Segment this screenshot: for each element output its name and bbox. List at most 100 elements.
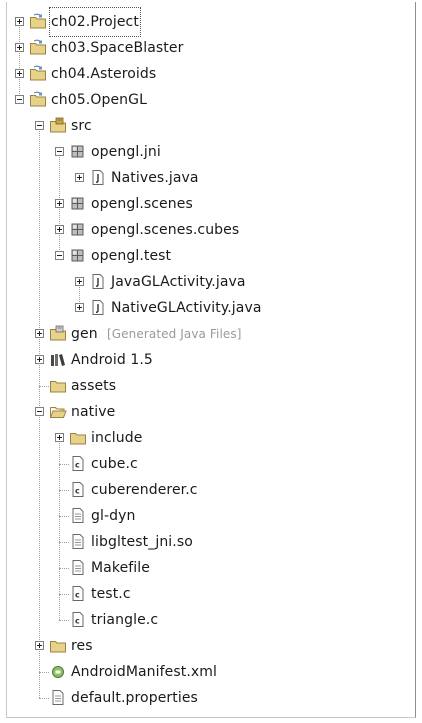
- folder-icon: [49, 637, 67, 654]
- tree-item-label: res: [71, 638, 93, 654]
- text-file-icon: [69, 559, 87, 576]
- expand-icon[interactable]: [15, 69, 24, 78]
- folder-icon: [49, 377, 67, 394]
- collapse-icon[interactable]: [15, 95, 24, 104]
- tree-item-label: Android 1.5: [71, 352, 153, 368]
- tree-item-label: opengl.jni: [91, 144, 161, 160]
- expand-icon[interactable]: [15, 17, 24, 26]
- text-file-icon: [69, 507, 87, 524]
- tree-item-label: Makefile: [91, 560, 151, 576]
- tree-item-native[interactable]: native: [7, 399, 415, 425]
- tree-item-src[interactable]: src: [7, 113, 415, 139]
- tree-item-label: ch02.Project: [49, 7, 141, 37]
- collapse-icon[interactable]: [35, 407, 44, 416]
- open-folder-icon: [49, 403, 67, 420]
- tree-item-ch02[interactable]: ch02.Project: [7, 7, 415, 37]
- expand-icon[interactable]: [75, 173, 84, 182]
- tree-item-manifest[interactable]: AndroidManifest.xml: [7, 659, 415, 685]
- tree-item-android-lib[interactable]: Android 1.5: [7, 347, 415, 373]
- tree-item-label: default.properties: [71, 690, 198, 706]
- tree-item-ch03[interactable]: ch03.SpaceBlaster: [7, 35, 415, 61]
- tree-item-label: include: [91, 430, 143, 446]
- svg-text:c: c: [75, 461, 80, 470]
- expand-icon[interactable]: [35, 329, 44, 338]
- package-icon: [69, 195, 87, 212]
- tree-item-opengl-test[interactable]: opengl.test: [7, 243, 415, 269]
- package-icon: [69, 247, 87, 264]
- tree-item-label: src: [71, 118, 92, 134]
- expand-icon[interactable]: [75, 303, 84, 312]
- tree-item-makefile[interactable]: Makefile: [7, 555, 415, 581]
- collapse-icon[interactable]: [55, 147, 64, 156]
- tree-item-gen[interactable]: gen [Generated Java Files]: [7, 321, 415, 347]
- tree-item-label: libgltest_jni.so: [91, 534, 193, 550]
- svg-text:c: c: [75, 617, 80, 626]
- generated-folder-icon: [49, 325, 67, 342]
- expand-icon[interactable]: [75, 277, 84, 286]
- text-file-icon: [69, 533, 87, 550]
- tree-item-ch04[interactable]: ch04.Asteroids: [7, 61, 415, 87]
- tree-item-label: JavaGLActivity.java: [111, 274, 246, 290]
- package-icon: [69, 143, 87, 160]
- project-folder-icon: [29, 39, 47, 56]
- tree-item-label: opengl.test: [91, 248, 172, 264]
- tree-item-natives-java[interactable]: Natives.java: [7, 165, 415, 191]
- tree-item-label: cube.c: [91, 456, 138, 472]
- tree-item-label: opengl.scenes.cubes: [91, 222, 240, 238]
- collapse-icon[interactable]: [35, 121, 44, 130]
- tree-item-res[interactable]: res: [7, 633, 415, 659]
- tree-item-label: test.c: [91, 586, 131, 602]
- tree-item-test-c[interactable]: c test.c: [7, 581, 415, 607]
- tree-item-label: gl-dyn: [91, 508, 136, 524]
- java-file-icon: [89, 169, 107, 186]
- source-folder-icon: [49, 117, 67, 134]
- tree-item-label: cuberenderer.c: [91, 482, 198, 498]
- tree-item-ch05[interactable]: ch05.OpenGL: [7, 87, 415, 113]
- expand-icon[interactable]: [55, 225, 64, 234]
- tree-item-label: assets: [71, 378, 117, 394]
- svg-text:c: c: [75, 591, 80, 600]
- project-folder-icon: [29, 13, 47, 30]
- tree-item-label: native: [71, 404, 116, 420]
- java-file-icon: [89, 273, 107, 290]
- tree-item-default-props[interactable]: default.properties: [7, 685, 415, 711]
- c-file-icon: c: [69, 611, 87, 628]
- expand-icon[interactable]: [35, 355, 44, 364]
- tree-item-label: Natives.java: [111, 170, 199, 186]
- tree-item-label: ch04.Asteroids: [51, 66, 157, 82]
- android-manifest-icon: [49, 663, 67, 680]
- project-tree: ch02.Project ch03.SpaceBlaster ch04.Aste…: [7, 2, 415, 717]
- svg-text:c: c: [75, 487, 80, 496]
- expand-icon[interactable]: [55, 199, 64, 208]
- c-file-icon: c: [69, 481, 87, 498]
- tree-item-label: ch05.OpenGL: [51, 92, 147, 108]
- tree-item-opengl-scenes[interactable]: opengl.scenes: [7, 191, 415, 217]
- tree-item-decoration: [Generated Java Files]: [107, 327, 242, 341]
- tree-item-label: NativeGLActivity.java: [111, 300, 262, 316]
- tree-item-nativegl-activity[interactable]: NativeGLActivity.java: [7, 295, 415, 321]
- tree-item-libgltest-so[interactable]: libgltest_jni.so: [7, 529, 415, 555]
- tree-item-cuberenderer-c[interactable]: c cuberenderer.c: [7, 477, 415, 503]
- tree-item-javagl-activity[interactable]: JavaGLActivity.java: [7, 269, 415, 295]
- tree-item-label: opengl.scenes: [91, 196, 193, 212]
- c-file-icon: c: [69, 585, 87, 602]
- expand-icon[interactable]: [15, 43, 24, 52]
- tree-item-include[interactable]: include: [7, 425, 415, 451]
- c-file-icon: c: [69, 455, 87, 472]
- tree-item-gl-dyn[interactable]: gl-dyn: [7, 503, 415, 529]
- tree-item-cube-c[interactable]: c cube.c: [7, 451, 415, 477]
- expand-icon[interactable]: [35, 641, 44, 650]
- tree-item-label: gen: [71, 326, 98, 342]
- java-file-icon: [89, 299, 107, 316]
- tree-item-opengl-scenes-cubes[interactable]: opengl.scenes.cubes: [7, 217, 415, 243]
- collapse-icon[interactable]: [55, 251, 64, 260]
- library-icon: [49, 351, 67, 368]
- tree-item-opengl-jni[interactable]: opengl.jni: [7, 139, 415, 165]
- tree-item-triangle-c[interactable]: c triangle.c: [7, 607, 415, 633]
- tree-item-assets[interactable]: assets: [7, 373, 415, 399]
- package-icon: [69, 221, 87, 238]
- project-folder-icon: [29, 65, 47, 82]
- folder-icon: [69, 429, 87, 446]
- project-folder-icon: [29, 91, 47, 108]
- expand-icon[interactable]: [55, 433, 64, 442]
